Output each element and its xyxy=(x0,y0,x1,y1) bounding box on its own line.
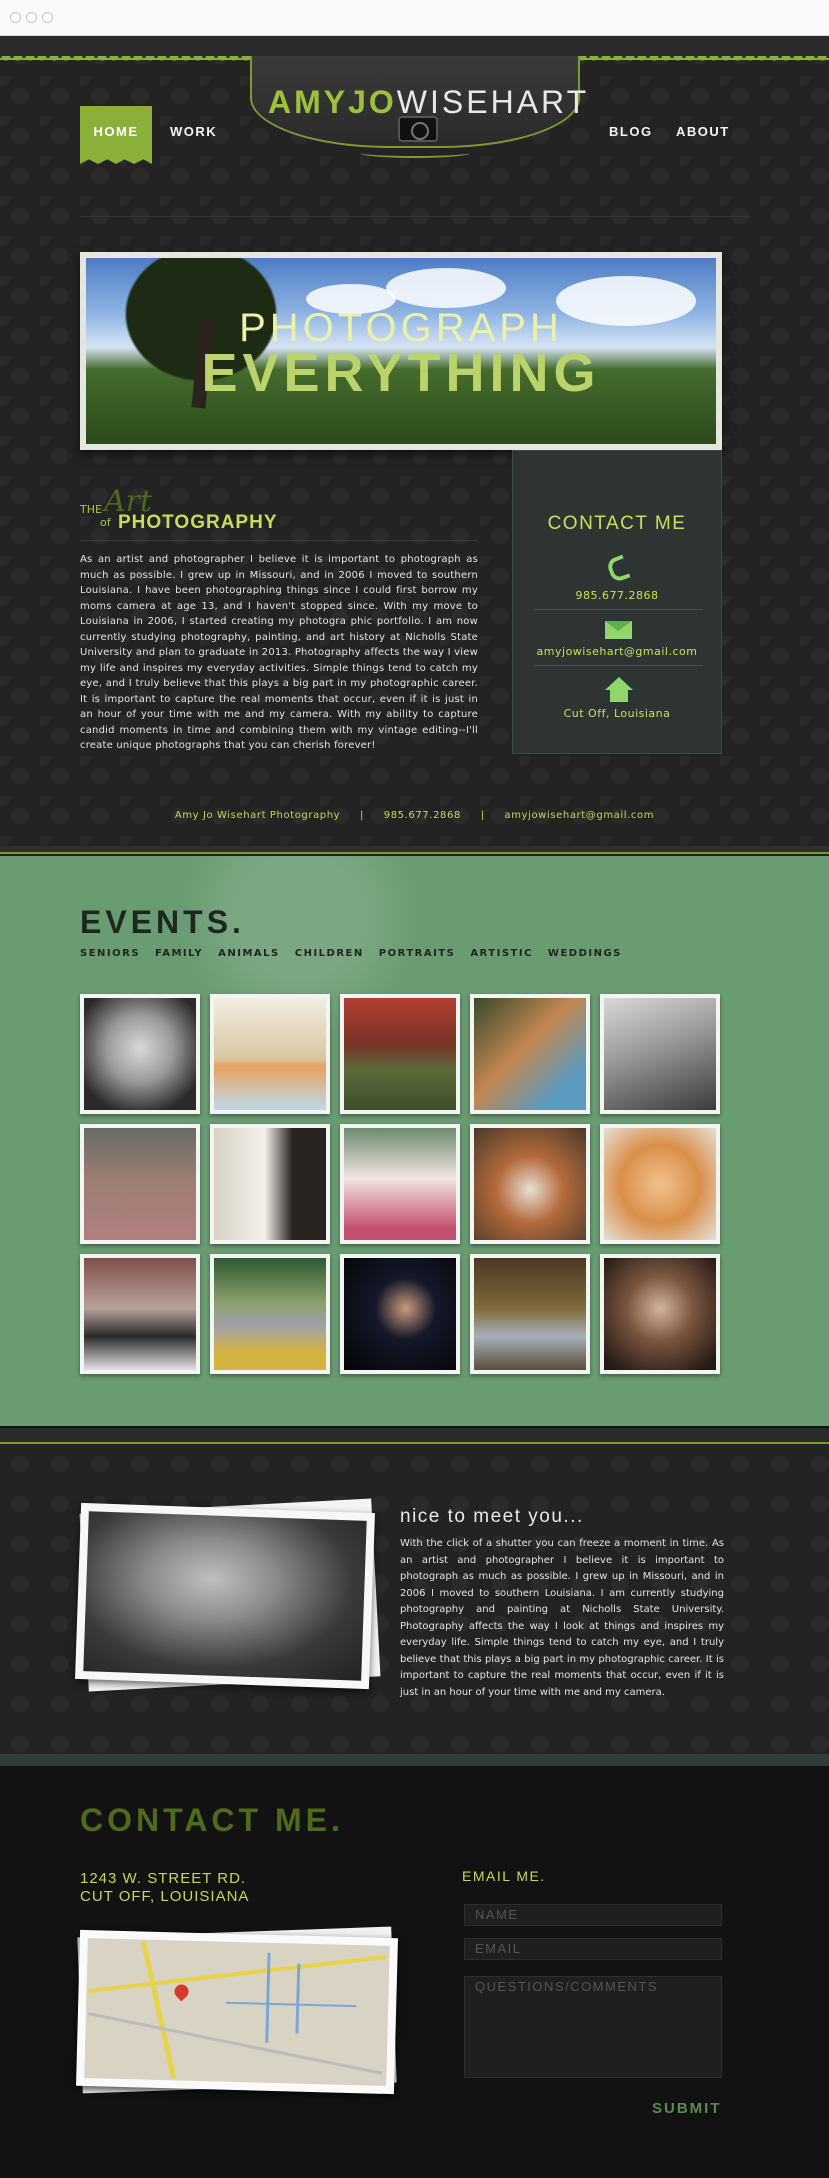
address-line-1: 1243 W. STREET RD. xyxy=(80,1870,247,1887)
category-weddings[interactable]: WEDDINGS xyxy=(548,948,622,959)
gallery-photo xyxy=(84,1128,196,1240)
gallery-thumb-woman-dark-background[interactable] xyxy=(340,1254,460,1374)
gallery-photo xyxy=(604,1258,716,1370)
submit-button[interactable]: SUBMIT xyxy=(652,2100,722,2117)
divider xyxy=(80,216,750,217)
gallery-thumb-child-portrait[interactable] xyxy=(80,994,200,1114)
nav-about[interactable]: ABOUT xyxy=(676,124,730,139)
window-dot-icon xyxy=(42,12,53,23)
window-dot-icon xyxy=(10,12,21,23)
divider xyxy=(533,665,703,666)
email-field[interactable]: EMAIL xyxy=(464,1938,722,1960)
about-title: nice to meet you... xyxy=(400,1506,584,1527)
gallery-photo xyxy=(474,1258,586,1370)
section-band xyxy=(0,846,829,854)
art-of: of xyxy=(100,516,111,529)
category-family[interactable]: FAMILY xyxy=(155,948,203,959)
gallery-photo xyxy=(474,998,586,1110)
contact-panel-title: CONTACT ME xyxy=(547,513,687,534)
divider xyxy=(80,540,478,541)
home-icon xyxy=(605,677,633,703)
logo-last-name: WISEHART xyxy=(396,84,590,120)
header-section: AMYJOWISEHART HOME WORK BLOG ABOUT PHOTO… xyxy=(0,36,829,846)
gallery-photo xyxy=(604,998,716,1110)
category-animals[interactable]: ANIMALS xyxy=(218,948,280,959)
gallery-photo xyxy=(344,1128,456,1240)
nav-work[interactable]: WORK xyxy=(170,124,217,139)
email-label: EMAIL ME. xyxy=(462,1868,546,1884)
category-children[interactable]: CHILDREN xyxy=(295,948,364,959)
gallery-photo xyxy=(604,1128,716,1240)
footer-contact-line: Amy Jo Wisehart Photography | 985.677.28… xyxy=(0,810,829,821)
gallery-thumb-girl-sitting-grass[interactable] xyxy=(470,1254,590,1374)
name-field[interactable]: NAME xyxy=(464,1904,722,1926)
footer-separator: | xyxy=(359,810,364,821)
address-line-2: CUT OFF, LOUISIANA xyxy=(80,1888,250,1905)
art-title: PHOTOGRAPHY xyxy=(118,512,278,533)
footer-name: Amy Jo Wisehart Photography xyxy=(174,810,341,821)
contact-email[interactable]: amyjowisehart@gmail.com xyxy=(513,645,721,658)
gallery-photo xyxy=(214,1258,326,1370)
section-band xyxy=(0,1426,829,1444)
gallery-thumb-dog-beach[interactable] xyxy=(210,994,330,1114)
gallery-photo xyxy=(214,998,326,1110)
phone-icon xyxy=(605,554,631,584)
window-dot-icon xyxy=(26,12,37,23)
category-filter: SENIORS FAMILY ANIMALS CHILDREN PORTRAIT… xyxy=(80,948,632,959)
gallery-photo xyxy=(214,1128,326,1240)
gallery-thumb-bridesmaids[interactable] xyxy=(80,1124,200,1244)
contact-location: Cut Off, Louisiana xyxy=(563,707,671,720)
contact-phone[interactable]: 985.677.2868 xyxy=(513,589,721,602)
footer-email[interactable]: amyjowisehart@gmail.com xyxy=(504,810,654,821)
window-chrome xyxy=(0,0,829,36)
section-band xyxy=(0,1754,829,1766)
bio-text: As an artist and photographer I believe … xyxy=(80,554,478,751)
contact-title: CONTACT ME. xyxy=(80,1802,344,1838)
logo-first-name: AMYJO xyxy=(268,84,397,120)
address: 1243 W. STREET RD. CUT OFF, LOUISIANA xyxy=(80,1870,249,1906)
location-map[interactable] xyxy=(76,1929,398,2095)
gallery-thumb-girl-striped-shirt[interactable] xyxy=(80,1254,200,1374)
art-the: THE xyxy=(80,503,102,516)
gallery-thumb-puppy[interactable] xyxy=(470,1124,590,1244)
gallery-thumb-girl-lying-grass[interactable] xyxy=(340,994,460,1114)
questions-field[interactable]: QUESTIONS/COMMENTS xyxy=(464,1976,722,2078)
gallery-thumb-girl-yellow-skirt[interactable] xyxy=(210,1254,330,1374)
about-section: nice to meet you... With the click of a … xyxy=(0,1444,829,1754)
gallery-photo xyxy=(84,998,196,1110)
footer-separator: | xyxy=(480,810,485,821)
hero-image: PHOTOGRAPH EVERYTHING xyxy=(86,258,716,444)
footer-phone[interactable]: 985.677.2868 xyxy=(384,810,461,821)
hero-line-2: EVERYTHING xyxy=(201,343,601,403)
about-photo xyxy=(75,1502,375,1690)
category-artistic[interactable]: ARTISTIC xyxy=(470,948,533,959)
gallery-photo xyxy=(474,1128,586,1240)
gallery-photo xyxy=(344,998,456,1110)
about-text: With the click of a shutter you can free… xyxy=(400,1538,724,1698)
gallery-thumb-cat-face[interactable] xyxy=(600,1124,720,1244)
gallery-thumb-girl-closeup[interactable] xyxy=(600,1254,720,1374)
divider xyxy=(533,609,703,610)
events-title: EVENTS. xyxy=(80,904,245,940)
category-seniors[interactable]: SENIORS xyxy=(80,948,140,959)
nav-blog[interactable]: BLOG xyxy=(609,124,653,139)
gallery-thumb-wedding-couple[interactable] xyxy=(210,1124,330,1244)
map-pin-icon xyxy=(171,1981,192,2002)
hero-banner: PHOTOGRAPH EVERYTHING xyxy=(80,252,722,450)
gallery-thumb-fabric-closeup[interactable] xyxy=(600,994,720,1114)
camera-icon xyxy=(398,116,438,142)
gallery-thumb-bride-and-girl[interactable] xyxy=(340,1124,460,1244)
contact-panel: CONTACT ME 985.677.2868 amyjowisehart@gm… xyxy=(512,450,722,754)
ornament-flourish xyxy=(360,148,470,158)
events-section: EVENTS. SENIORS FAMILY ANIMALS CHILDREN … xyxy=(0,856,829,1426)
category-portraits[interactable]: PORTRAITS xyxy=(379,948,456,959)
contact-section: CONTACT ME. 1243 W. STREET RD. CUT OFF, … xyxy=(0,1766,829,2178)
gallery-photo xyxy=(84,1258,196,1370)
gallery-thumb-girl-sitting[interactable] xyxy=(470,994,590,1114)
gallery-photo xyxy=(344,1258,456,1370)
mail-icon xyxy=(605,621,632,639)
nav-home[interactable]: HOME xyxy=(80,106,152,164)
